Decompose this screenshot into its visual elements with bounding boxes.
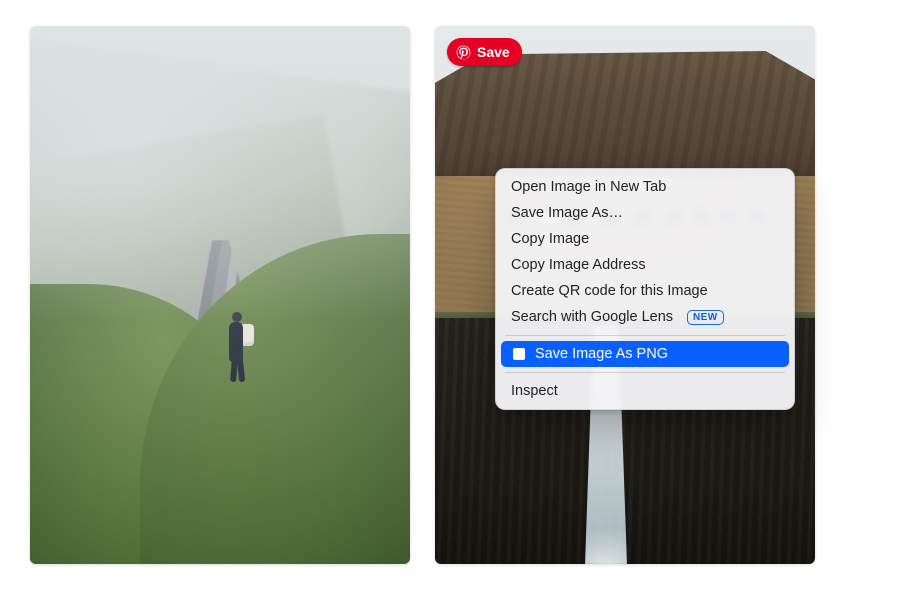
menu-create-qr-code[interactable]: Create QR code for this Image (501, 278, 789, 304)
menu-label: Save Image As… (511, 205, 623, 221)
menu-label: Copy Image (511, 231, 589, 247)
menu-inspect[interactable]: Inspect (501, 378, 789, 404)
menu-label: Search with Google Lens (511, 309, 673, 325)
menu-save-image-as[interactable]: Save Image As… (501, 200, 789, 226)
menu-label: Copy Image Address (511, 257, 646, 273)
pinterest-icon (455, 44, 471, 60)
menu-copy-image-address[interactable]: Copy Image Address (501, 252, 789, 278)
context-menu: Open Image in New Tab Save Image As… Cop… (495, 168, 795, 410)
photo-left[interactable] (30, 26, 410, 564)
download-png-icon (511, 346, 527, 362)
menu-separator (505, 335, 785, 336)
menu-search-google-lens[interactable]: Search with Google Lens NEW (501, 304, 789, 330)
menu-separator (505, 372, 785, 373)
menu-label: Save Image As PNG (535, 346, 668, 362)
pinterest-save-label: Save (477, 44, 510, 60)
menu-save-image-as-png[interactable]: Save Image As PNG (501, 341, 789, 367)
menu-label: Open Image in New Tab (511, 179, 666, 195)
left-fog (30, 26, 410, 564)
menu-copy-image[interactable]: Copy Image (501, 226, 789, 252)
new-badge: NEW (687, 310, 724, 325)
pinterest-save-button[interactable]: Save (447, 38, 522, 66)
menu-label: Create QR code for this Image (511, 283, 708, 299)
menu-label: Inspect (511, 383, 558, 399)
menu-open-image-new-tab[interactable]: Open Image in New Tab (501, 174, 789, 200)
stage: Save Open Image in New Tab Save Image As… (0, 0, 900, 590)
